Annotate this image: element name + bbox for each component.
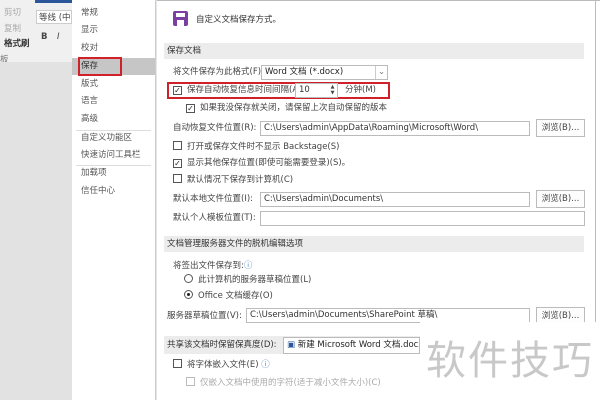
checkout-label-text: 将签出文件保存到: (173, 261, 244, 271)
page-header: 自定义文档保存方式。 (196, 15, 282, 25)
format-value: Word 文档 (*.docx) (265, 67, 344, 77)
server-path-input[interactable]: C:\Users\admin\Documents\SharePoint 草稿\ (246, 308, 530, 323)
checkbox-checked-icon: ✓ (173, 159, 182, 168)
radio-server-drafts-label: 此计算机的服务器草稿位置(L) (198, 275, 312, 285)
radio-server-drafts[interactable]: 此计算机的服务器草稿位置(L) (184, 272, 311, 288)
embed-fonts-checkbox[interactable]: 将字体嵌入文件(E) ⓘ (173, 357, 270, 373)
nav-language[interactable]: 语言 (72, 93, 155, 110)
bold-button[interactable]: B (41, 32, 47, 42)
show-other-label: 显示其他保存位置(即使可能需要登录)(S)。 (187, 158, 351, 168)
embed-used-checkbox[interactable]: 仅嵌入文档中使用的字符(适于减小文件大小)(C) (186, 375, 381, 391)
save-highlight-box (78, 57, 122, 76)
chevron-down-icon: ⌄ (375, 66, 387, 79)
nav-customize-ribbon[interactable]: 自定义功能区 (72, 130, 155, 147)
radio-office-cache[interactable]: Office 文档缓存(O) (184, 288, 273, 304)
keep-last-label: 如果我没保存就关闭，请保留上次自动保留的版本 (200, 103, 388, 113)
nav-addins[interactable]: 加载项 (72, 165, 155, 182)
browse-autorecover-button[interactable]: 浏览(B)... (536, 119, 585, 137)
format-painter-button[interactable]: 格式刷 (4, 37, 30, 49)
nav-layout[interactable]: 版式 (72, 76, 155, 93)
font-select[interactable]: 等线 (中 (36, 10, 72, 24)
embed-used-label: 仅嵌入文档中使用的字符(适于减小文件大小)(C) (200, 378, 381, 388)
autosave-label: 保存自动恢复信息时间间隔(A) (187, 85, 302, 95)
browse-local-button[interactable]: 浏览(B)... (536, 190, 585, 208)
ribbon-top-bar (35, 0, 72, 3)
italic-button[interactable]: I (57, 32, 60, 42)
nav-display[interactable]: 显示 (72, 22, 155, 39)
save-icon (173, 11, 188, 26)
checkbox-checked-icon: ✓ (186, 104, 195, 113)
autosave-checkbox[interactable]: ✓ 保存自动恢复信息时间间隔(A) (173, 82, 301, 98)
word-doc-icon: ▣ (287, 340, 298, 350)
checkbox-disabled-icon (186, 377, 195, 386)
cut-button[interactable]: 剪切 (4, 6, 21, 18)
nav-trust-center[interactable]: 信任中心 (72, 183, 155, 200)
radio-unselected-icon (184, 274, 193, 283)
checkbox-checked-icon: ✓ (173, 86, 182, 95)
nav-advanced[interactable]: 高级 (72, 111, 155, 128)
share-document-name: 新建 Microsoft Word 文档.docx (297, 340, 420, 350)
radio-selected-icon (184, 290, 193, 299)
section-save-documents: 保存文档 (164, 43, 584, 59)
nav-proofing[interactable]: 校对 (72, 40, 155, 57)
ribbon-fragment: 剪切 复制 格式刷 板 等线 (中 B I (0, 0, 72, 400)
info-icon: ⓘ (243, 261, 253, 271)
template-path-input[interactable] (260, 211, 585, 226)
nav-general[interactable]: 常规 (72, 5, 155, 22)
local-path-label: 默认本地文件位置(I): (173, 194, 254, 204)
section-offline-editing: 文档管理服务器文件的脱机编辑选项 (164, 236, 584, 252)
save-computer-checkbox[interactable]: 默认情况下保存到计算机(C) (173, 172, 293, 188)
scrollbar[interactable] (595, 1, 596, 331)
checkbox-unchecked-icon (173, 359, 182, 368)
no-backstage-label: 打开或保存文件时不显示 Backstage(S) (187, 142, 340, 152)
embed-fonts-label: 将字体嵌入文件(E) (187, 360, 259, 370)
server-path-label: 服务器草稿位置(V): (167, 311, 242, 321)
info-icon: ⓘ (258, 360, 270, 370)
format-select[interactable]: Word 文档 (*.docx) ⌄ (261, 65, 388, 80)
options-nav: 常规 显示 校对 保存 版式 语言 高级 自定义功能区 快速访问工具栏 加载项 … (72, 0, 156, 400)
show-other-checkbox[interactable]: ✓ 显示其他保存位置(即使可能需要登录)(S)。 (173, 155, 350, 171)
autorecover-path-input[interactable]: C:\Users\admin\AppData\Roaming\Microsoft… (260, 121, 530, 136)
copy-button[interactable]: 复制 (4, 22, 21, 34)
nav-quick-access[interactable]: 快速访问工具栏 (72, 147, 155, 164)
no-backstage-checkbox[interactable]: 打开或保存文件时不显示 Backstage(S) (173, 139, 339, 155)
format-label: 将文件保存为此格式(F): (173, 67, 264, 77)
radio-office-cache-label: Office 文档缓存(O) (198, 291, 273, 301)
save-computer-label: 默认情况下保存到计算机(C) (187, 175, 294, 185)
watermark: 软件技巧 (420, 322, 600, 400)
spinner-arrows-icon[interactable]: ▲ ▼ (328, 84, 337, 97)
local-path-input[interactable]: C:\Users\admin\Documents\ (260, 192, 530, 207)
autosave-unit: 分钟(M) (345, 85, 376, 95)
template-path-label: 默认个人模板位置(T): (173, 213, 256, 223)
document-area (0, 62, 72, 400)
checkbox-unchecked-icon (173, 174, 182, 183)
share-document-select[interactable]: ▣ 新建 Microsoft Word 文档.docx (283, 337, 420, 354)
autorecover-label: 自动恢复文件位置(R): (173, 123, 257, 133)
keep-last-checkbox[interactable]: ✓ 如果我没保存就关闭，请保留上次自动保留的版本 (186, 100, 387, 116)
checkbox-unchecked-icon (173, 141, 182, 150)
